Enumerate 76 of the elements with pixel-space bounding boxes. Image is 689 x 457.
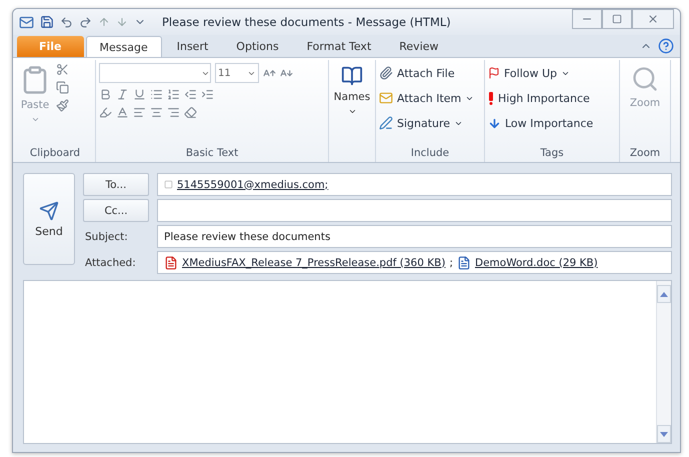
arrow-down-icon [488,116,501,130]
align-center-icon[interactable] [150,106,163,119]
outdent-icon[interactable] [184,88,197,101]
subject-label: Subject: [84,230,129,242]
group-label: Clipboard [28,146,82,161]
paperclip-icon [379,66,393,80]
magnifier-icon [631,65,659,93]
pen-icon [379,116,393,130]
numbering-icon[interactable] [167,88,180,101]
cc-field[interactable] [157,199,672,222]
caret-icon [30,115,40,124]
font-size-field[interactable]: 11 [215,63,259,83]
recipient-link[interactable]: 5145559001@xmedius.com; [177,178,328,190]
send-button[interactable]: Send [23,173,75,265]
names-button[interactable]: Names [332,63,372,159]
group-label: Tags [539,146,565,161]
align-right-icon[interactable] [167,106,180,119]
close-button[interactable] [632,9,674,29]
group-label: Zoom [628,146,662,161]
minimize-button[interactable] [572,9,602,29]
copy-icon[interactable] [56,81,69,94]
cut-icon[interactable] [56,63,69,76]
eraser-icon[interactable] [184,106,197,119]
restore-icon [612,14,622,24]
ribbon-tab[interactable]: Insert [164,36,222,57]
undo-icon[interactable] [60,16,73,28]
highlighter-icon[interactable] [99,106,112,119]
restore-button[interactable] [602,9,632,29]
tag-button[interactable]: Follow Up [488,63,594,83]
up-icon[interactable] [98,16,110,28]
caret-icon [348,107,356,116]
flag-icon [488,67,500,79]
redo-icon[interactable] [79,16,92,28]
underline-icon[interactable] [133,88,146,101]
attached-label: Attached: [84,256,137,268]
to-button[interactable]: To... [83,173,149,196]
send-icon [39,200,59,220]
app-icon [19,14,34,30]
separator-text: ; [449,256,453,268]
brush-icon[interactable] [56,99,69,112]
document-icon [457,256,471,270]
include-button[interactable]: Signature [379,113,474,133]
font-name-field[interactable] [99,63,211,83]
book-icon [341,65,363,87]
cc-button[interactable]: Cc... [83,199,149,222]
close-icon [647,13,659,25]
include-button[interactable]: Attach Item [379,88,474,108]
align-left-icon[interactable] [133,106,146,119]
group-label: Basic Text [184,146,240,161]
group-label: Include [410,146,450,161]
indent-icon[interactable] [201,88,214,101]
tag-button[interactable]: High Importance [488,88,594,108]
to-field[interactable]: 5145559001@xmedius.com; [157,173,672,196]
ribbon-tab[interactable]: Review [386,36,452,57]
ribbon-tab[interactable]: Message [86,36,162,57]
ribbon-tab[interactable]: Format Text [294,36,384,57]
font-color-icon[interactable] [116,106,129,119]
down-icon[interactable] [116,16,128,28]
bold-icon[interactable] [99,88,112,101]
attachment-link[interactable]: XMediusFAX_Release 7_PressRelease.pdf (360 KB) [182,256,446,268]
scrollbar[interactable] [656,281,671,443]
scroll-up-icon[interactable] [657,285,671,303]
save-icon[interactable] [40,15,54,29]
bullets-icon[interactable] [150,88,163,101]
italic-icon[interactable] [116,88,129,101]
help-icon[interactable] [658,38,674,54]
window-title: Please review these documents - Message (HTML) [162,15,452,29]
scroll-down-icon[interactable] [657,425,671,443]
pdf-icon [164,256,178,270]
exclamation-icon [488,92,494,104]
include-button[interactable]: Attach File [379,63,474,83]
subject-field[interactable]: Please review these documents [157,225,672,248]
envelope-icon [379,91,393,105]
ribbon-tab[interactable]: Options [223,36,292,57]
tag-button[interactable]: Low Importance [488,113,594,133]
attachment-link[interactable]: DemoWord.doc (29 KB) [475,256,598,268]
